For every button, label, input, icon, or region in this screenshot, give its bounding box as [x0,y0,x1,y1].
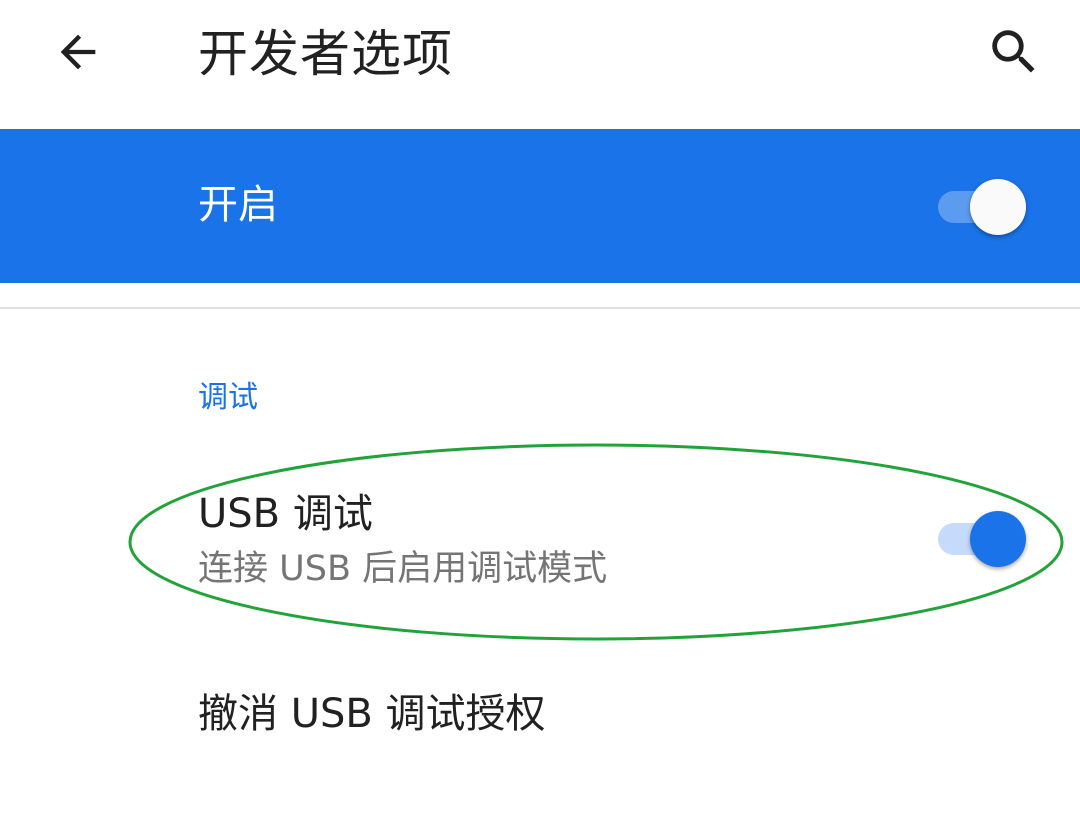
pref-usb-debugging[interactable]: USB 调试 连接 USB 后启用调试模式 [0,470,1080,620]
app-bar: 开发者选项 [0,0,1080,128]
pref-summary: 连接 USB 后启用调试模式 [198,549,608,589]
divider [0,307,1080,309]
search-button[interactable] [966,4,1062,100]
pref-revoke-usb-authorizations[interactable]: 撤消 USB 调试授权 [0,650,1080,790]
back-button[interactable] [30,4,126,100]
usb-debugging-toggle[interactable] [938,511,1030,567]
search-icon [992,30,1035,73]
page-title: 开发者选项 [198,25,453,83]
master-switch-toggle[interactable] [938,179,1030,235]
category-title-debugging: 调试 [198,380,258,415]
arrow-left-icon [60,34,96,70]
pref-title: USB 调试 [198,491,373,537]
pref-title: 撤消 USB 调试授权 [198,691,546,737]
master-switch-label: 开启 [198,182,278,228]
master-switch-bar[interactable]: 开启 [0,129,1080,283]
switch-thumb [970,511,1026,567]
switch-thumb [970,179,1026,235]
